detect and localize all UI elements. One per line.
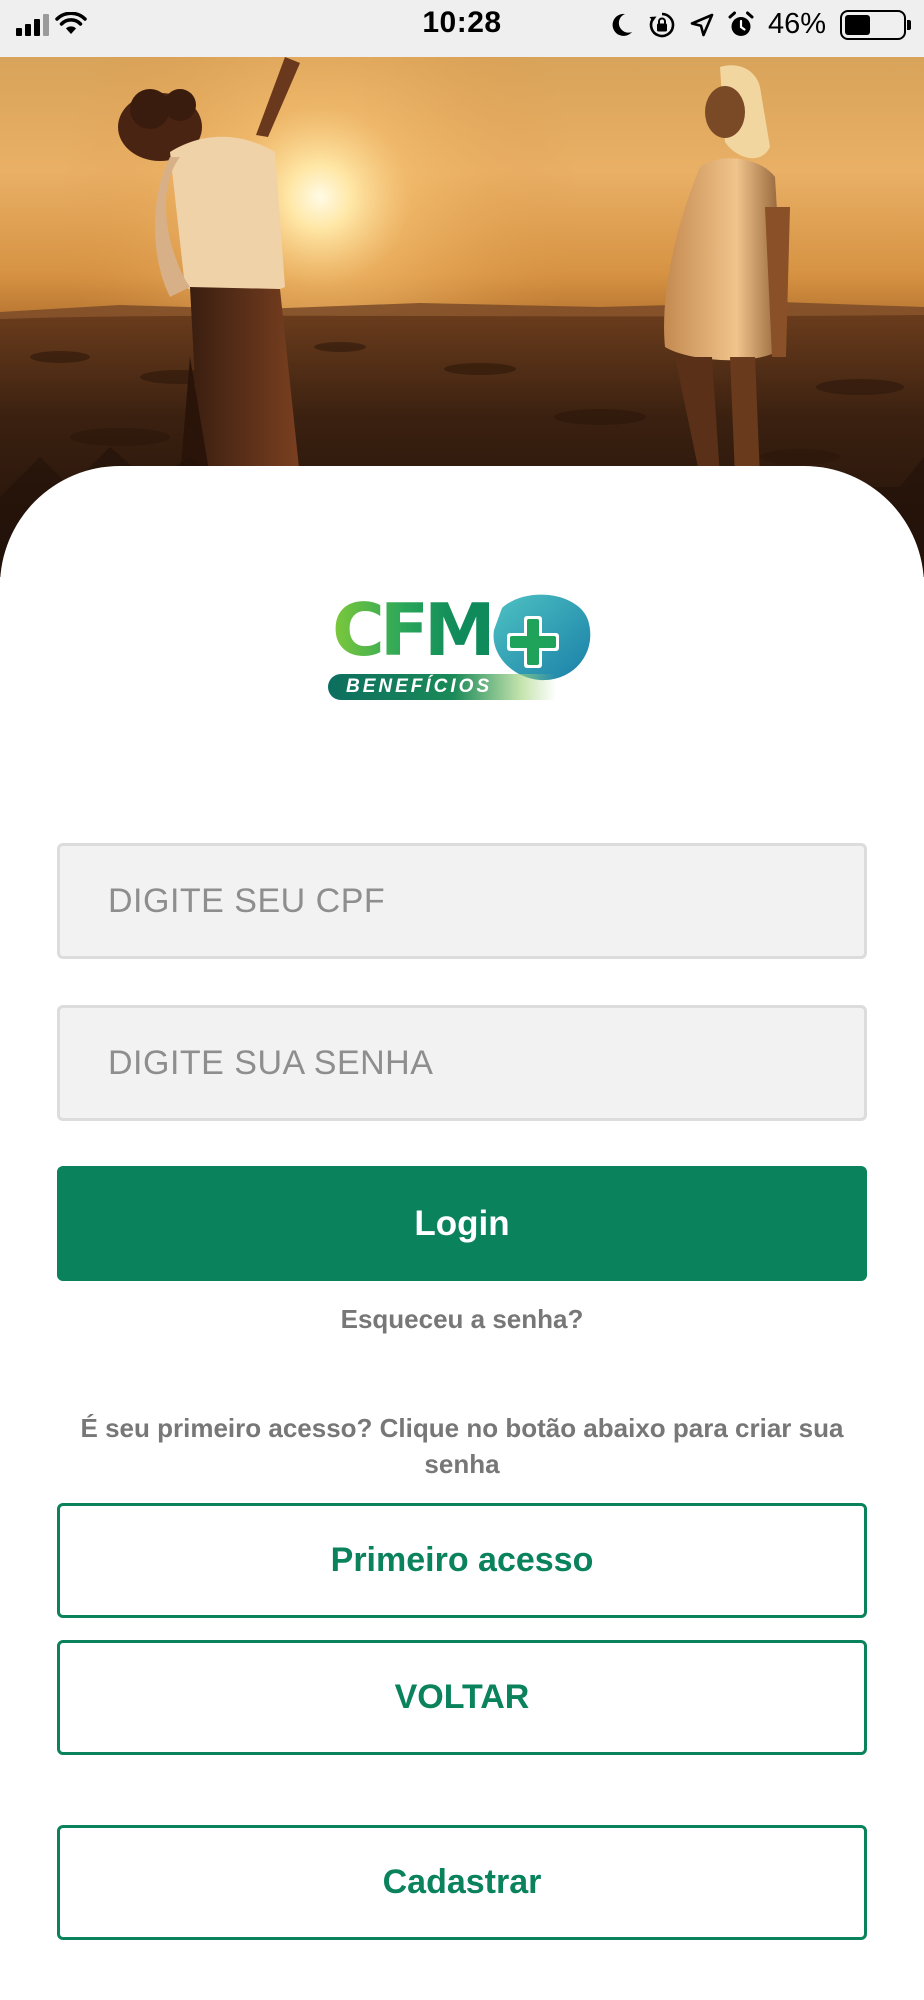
location-icon — [690, 13, 714, 36]
cpf-input[interactable] — [57, 843, 867, 959]
back-button[interactable]: VOLTAR — [57, 1640, 867, 1755]
first-access-prompt: É seu primeiro acesso? Clique no botão a… — [80, 1413, 844, 1479]
status-right: 46% — [610, 8, 911, 41]
battery-percent: 46% — [767, 8, 826, 40]
status-bar: 10:28 46% — [0, 0, 924, 57]
register-button[interactable]: Cadastrar — [57, 1825, 867, 1940]
login-button[interactable]: Login — [57, 1166, 867, 1281]
rotation-lock-icon — [649, 12, 675, 37]
forgot-password-link[interactable]: Esqueceu a senha? — [0, 1304, 924, 1335]
first-access-button[interactable]: Primeiro acesso — [57, 1503, 867, 1618]
alarm-icon — [728, 11, 754, 36]
logo-subtitle: BENEFÍCIOS — [346, 676, 493, 697]
cfm-logo: CFM BENEFÍCIOS — [326, 588, 592, 706]
logo-wordmark: CFM — [332, 588, 496, 672]
logo-subtitle-band: BENEFÍCIOS — [328, 674, 556, 700]
login-screen: 10:28 46% CFM BENEFÍCIOS DIGITE SEU CPF … — [0, 0, 924, 2000]
moon-icon — [612, 13, 632, 36]
battery-level — [845, 14, 870, 35]
password-input[interactable] — [57, 1005, 867, 1121]
battery-icon — [840, 9, 911, 40]
